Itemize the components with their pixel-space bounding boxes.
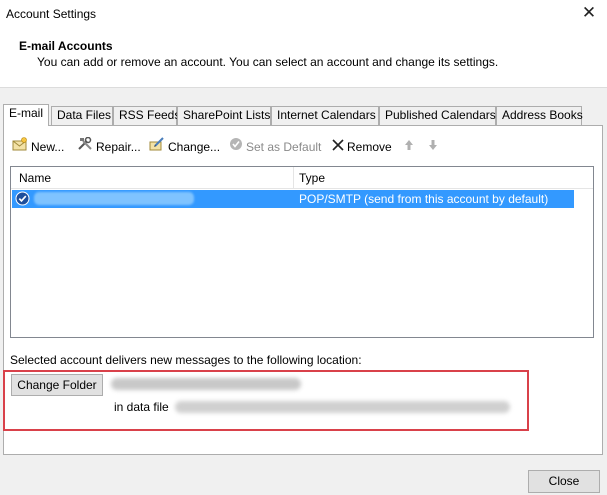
arrow-down-icon xyxy=(428,136,438,158)
account-type: POP/SMTP (send from this account by defa… xyxy=(299,192,549,206)
tab-email[interactable]: E-mail xyxy=(3,104,49,126)
move-up-button[interactable] xyxy=(404,136,417,158)
column-divider[interactable] xyxy=(293,167,294,189)
change-folder-button[interactable]: Change Folder xyxy=(11,374,103,396)
change-label: Change... xyxy=(168,140,221,154)
section-title: E-mail Accounts xyxy=(19,39,113,53)
move-down-button[interactable] xyxy=(428,136,441,158)
list-header: Name Type xyxy=(11,167,593,189)
arrow-up-icon xyxy=(404,136,414,158)
column-header-type[interactable]: Type xyxy=(299,171,325,185)
tab-address-books[interactable]: Address Books xyxy=(496,106,583,125)
data-file-path-redacted xyxy=(175,401,510,413)
change-account-button[interactable]: Change... xyxy=(149,136,220,158)
section-description: You can add or remove an account. You ca… xyxy=(37,55,499,69)
default-account-check-icon xyxy=(15,191,30,209)
repair-tools-icon xyxy=(77,136,93,158)
change-account-icon xyxy=(149,136,165,158)
tab-data-files[interactable]: Data Files xyxy=(51,106,113,125)
set-as-default-label: Set as Default xyxy=(246,140,322,154)
repair-button[interactable]: Repair... xyxy=(77,136,141,158)
close-window-icon[interactable]: ✕ xyxy=(575,3,603,25)
checkmark-circle-icon xyxy=(229,136,243,158)
tab-internet-calendars[interactable]: Internet Calendars xyxy=(271,106,379,125)
new-mail-icon xyxy=(12,136,28,158)
account-name-redacted xyxy=(34,192,194,205)
column-header-name[interactable]: Name xyxy=(19,171,51,185)
tab-sharepoint-lists[interactable]: SharePoint Lists xyxy=(177,106,271,125)
new-account-button[interactable]: New... xyxy=(12,136,64,158)
title-bar: Account Settings ✕ xyxy=(0,0,607,30)
window-title: Account Settings xyxy=(6,7,97,21)
tab-rss-feeds[interactable]: RSS Feeds xyxy=(113,106,180,125)
close-button[interactable]: Close xyxy=(528,470,600,493)
folder-path-redacted xyxy=(111,378,301,390)
new-label: New... xyxy=(31,140,65,154)
repair-label: Repair... xyxy=(96,140,141,154)
remove-label: Remove xyxy=(347,140,392,154)
accounts-list[interactable]: Name Type POP/SMTP (send from this accou… xyxy=(10,166,594,338)
delivery-location-label: Selected account delivers new messages t… xyxy=(10,353,362,367)
set-as-default-button[interactable]: Set as Default xyxy=(229,136,321,158)
data-file-label: in data file xyxy=(114,400,169,414)
header-panel: E-mail Accounts You can add or remove an… xyxy=(0,30,607,88)
remove-x-icon xyxy=(332,136,344,158)
remove-button[interactable]: Remove xyxy=(332,136,392,158)
tab-published-calendars[interactable]: Published Calendars xyxy=(379,106,496,125)
account-row[interactable]: POP/SMTP (send from this account by defa… xyxy=(12,190,574,208)
